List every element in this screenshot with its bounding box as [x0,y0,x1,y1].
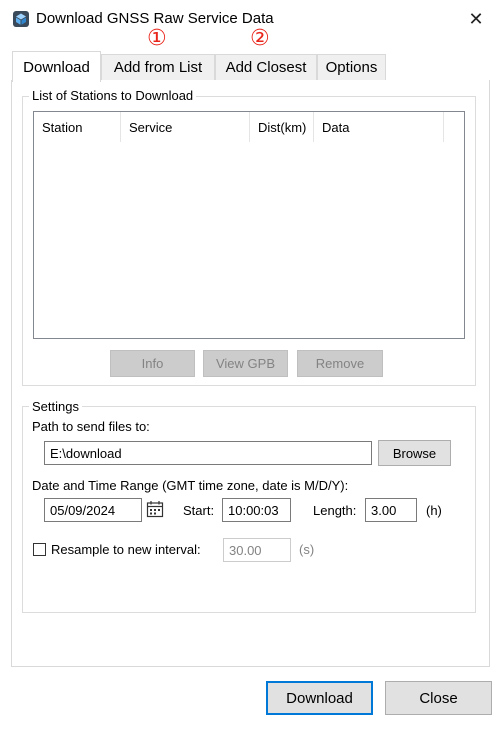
info-button[interactable]: Info [110,350,195,377]
column-header-service[interactable]: Service [121,112,250,142]
tab-options[interactable]: Options [317,54,386,80]
resample-unit-label: (s) [299,542,315,557]
path-label: Path to send files to: [32,419,150,434]
length-unit-label: (h) [426,503,442,518]
calendar-icon[interactable] [146,500,164,518]
annotation-marker-1: ① [147,26,167,51]
settings-group-legend: Settings [29,399,82,414]
stations-group-legend: List of Stations to Download [29,88,197,103]
length-input[interactable]: 3.00 [365,498,417,522]
column-header-data[interactable]: Data [314,112,444,142]
tab-add-from-list[interactable]: Add from List [101,54,215,80]
app-icon [13,11,29,27]
date-range-label: Date and Time Range (GMT time zone, date… [32,478,349,493]
resample-interval-input[interactable]: 30.00 [223,538,291,562]
length-label: Length: [313,503,357,518]
start-time-input[interactable]: 10:00:03 [222,498,291,522]
resample-checkbox[interactable] [33,543,46,556]
column-header-station[interactable]: Station [34,112,121,142]
download-button[interactable]: Download [266,681,373,715]
resample-label[interactable]: Resample to new interval: [51,542,201,557]
column-header-dist[interactable]: Dist(km) [250,112,314,142]
path-input[interactable]: E:\download [44,441,372,465]
start-label: Start: [183,503,215,518]
tab-download[interactable]: Download [12,51,101,82]
close-button[interactable]: Close [385,681,492,715]
browse-button[interactable]: Browse [378,440,451,466]
stations-list[interactable]: Station Service Dist(km) Data [33,111,465,339]
view-gpb-button[interactable]: View GPB [203,350,288,377]
close-window-icon[interactable]: ✕ [462,6,490,32]
annotation-marker-2: ② [250,26,270,51]
remove-button[interactable]: Remove [297,350,383,377]
date-input[interactable]: 05/09/2024 [44,498,142,522]
tab-add-closest[interactable]: Add Closest [215,54,317,80]
window-title: Download GNSS Raw Service Data [36,10,274,27]
